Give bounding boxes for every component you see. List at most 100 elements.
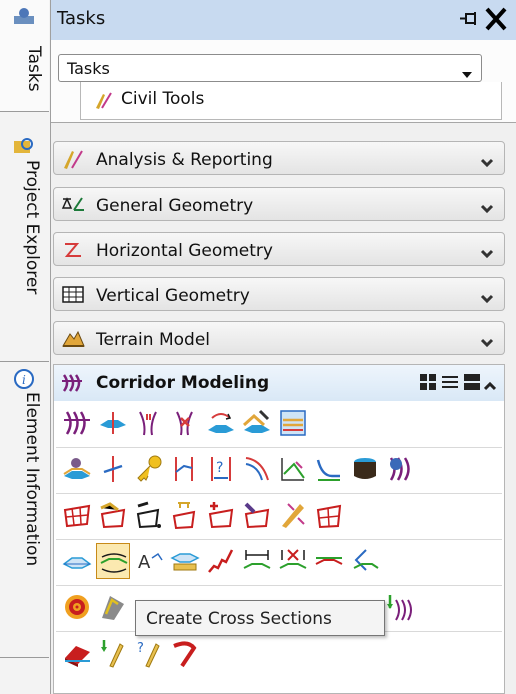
analysis-icon xyxy=(60,148,86,174)
corridor-modeling-label: Corridor Modeling xyxy=(96,373,270,393)
tool-parametric-icon[interactable] xyxy=(96,451,130,487)
tool-row xyxy=(56,401,502,448)
tasks-icon xyxy=(13,6,35,30)
tool-transition-icon[interactable] xyxy=(204,405,238,441)
category-label: Analysis & Reporting xyxy=(96,150,273,170)
civil-tools-item[interactable]: Civil Tools xyxy=(80,82,502,120)
tool-superelevation-icon[interactable] xyxy=(276,451,310,487)
category-label: General Geometry xyxy=(96,196,254,216)
svg-text:?: ? xyxy=(216,460,223,476)
terrain-model-icon xyxy=(60,328,86,354)
chevron-up-icon[interactable] xyxy=(483,376,497,395)
tool-corridor-icon[interactable] xyxy=(60,405,94,441)
grid-view-icon[interactable] xyxy=(419,373,437,395)
close-icon[interactable] xyxy=(484,6,508,32)
tool-target-icon[interactable] xyxy=(60,589,94,625)
tool-profile-run-icon[interactable] xyxy=(204,543,238,579)
tool-create-cross-sections-icon[interactable] xyxy=(96,543,130,579)
panel-title: Tasks xyxy=(57,8,106,29)
tab-project-explorer[interactable]: Project Explorer xyxy=(0,130,49,362)
tool-cross-section-measure-icon[interactable] xyxy=(168,543,202,579)
task-select-value: Tasks xyxy=(67,59,110,78)
tool-3d-ruled-icon[interactable] xyxy=(168,497,202,533)
tool-key-station-icon[interactable] xyxy=(132,451,166,487)
svg-text:A: A xyxy=(138,552,151,573)
tool-cross-section-view-icon[interactable] xyxy=(60,543,94,579)
list-view-icon[interactable] xyxy=(441,373,459,395)
tool-corridor-report-icon[interactable] xyxy=(384,451,418,487)
tab-project-explorer-label: Project Explorer xyxy=(22,160,42,295)
corridor-modeling-header[interactable]: Corridor Modeling xyxy=(54,365,504,401)
tool-row: A xyxy=(56,539,502,586)
tab-tasks[interactable]: Tasks xyxy=(0,0,49,112)
panel-view-icon[interactable] xyxy=(463,373,481,395)
category-terrain-model[interactable]: Terrain Model xyxy=(53,321,505,355)
general-geometry-icon xyxy=(60,194,86,220)
vertical-geometry-icon xyxy=(60,284,86,310)
tool-override-icon[interactable]: ? xyxy=(204,451,238,487)
svg-text:i: i xyxy=(22,373,26,387)
info-icon: i xyxy=(13,368,35,394)
tooltip-text: Create Cross Sections xyxy=(146,609,332,629)
side-tab-strip: Tasks Project Explorer i Element Informa… xyxy=(0,0,51,694)
chevron-down-icon xyxy=(480,333,494,352)
category-horizontal-geometry[interactable]: Horizontal Geometry xyxy=(53,232,505,266)
tooltip: Create Cross Sections xyxy=(135,600,385,636)
corridor-icon xyxy=(60,371,88,399)
tool-named-boundary-query-icon[interactable]: ? xyxy=(132,635,166,671)
chevron-down-icon xyxy=(480,289,494,308)
category-corridor-modeling: Corridor Modeling ? A ? xyxy=(53,364,505,694)
category-vertical-geometry[interactable]: Vertical Geometry xyxy=(53,277,505,311)
tool-3d-link-icon[interactable] xyxy=(240,497,274,533)
tab-tasks-label: Tasks xyxy=(24,46,44,92)
category-analysis-reporting[interactable]: Analysis & Reporting xyxy=(53,141,505,175)
horizontal-geometry-icon xyxy=(60,239,86,265)
tab-element-information-label: Element Information xyxy=(22,392,42,567)
tab-element-information[interactable]: i Element Information xyxy=(0,362,49,658)
civil-tools-icon xyxy=(93,89,115,115)
tool-3d-path-icon[interactable] xyxy=(60,497,94,533)
tool-3d-apply-icon[interactable] xyxy=(132,497,166,533)
civil-tools-label: Civil Tools xyxy=(121,89,205,109)
project-explorer-icon xyxy=(13,136,35,160)
tasks-panel-header: Tasks xyxy=(51,0,516,40)
tool-row: ? xyxy=(56,447,502,494)
chevron-down-icon xyxy=(480,153,494,172)
category-label: Vertical Geometry xyxy=(96,286,250,306)
task-select-dropdown[interactable]: Tasks xyxy=(58,54,482,82)
category-label: Terrain Model xyxy=(96,330,210,350)
tool-template-edit-icon[interactable] xyxy=(240,405,274,441)
category-label: Horizontal Geometry xyxy=(96,241,273,261)
tool-linear-template-icon[interactable] xyxy=(96,589,130,625)
tool-delete-template-icon[interactable] xyxy=(168,405,202,441)
tool-3d-cut-icon[interactable] xyxy=(96,497,130,533)
tool-section-delete-icon[interactable] xyxy=(276,543,310,579)
tool-section-dimension-icon[interactable] xyxy=(240,543,274,579)
chevron-down-icon xyxy=(480,199,494,218)
tool-superelevation-edit-icon[interactable] xyxy=(312,451,346,487)
svg-text:?: ? xyxy=(137,641,144,656)
tool-cross-section-annotate-icon[interactable]: A xyxy=(132,543,166,579)
category-general-geometry[interactable]: General Geometry xyxy=(53,187,505,221)
tool-row xyxy=(56,493,502,540)
tool-3d-add-icon[interactable] xyxy=(204,497,238,533)
tool-corridor-green-icon[interactable] xyxy=(384,589,418,625)
tool-3d-pencil-icon[interactable] xyxy=(276,497,310,533)
tool-curve-widening-icon[interactable] xyxy=(240,451,274,487)
tool-volume-icon[interactable] xyxy=(348,451,382,487)
tool-point-control-icon[interactable] xyxy=(60,451,94,487)
tool-template-library-icon[interactable] xyxy=(276,405,310,441)
tool-red-curve-icon[interactable] xyxy=(168,635,202,671)
tool-named-boundary-icon[interactable] xyxy=(96,635,130,671)
tool-template-icon[interactable] xyxy=(96,405,130,441)
tool-template-drop-icon[interactable] xyxy=(132,405,166,441)
tool-section-navigator-icon[interactable] xyxy=(348,543,382,579)
pin-icon[interactable] xyxy=(458,8,480,30)
tool-section-compare-icon[interactable] xyxy=(312,543,346,579)
tool-surface-icon[interactable] xyxy=(60,635,94,671)
tool-row: ? xyxy=(56,631,502,677)
chevron-down-icon xyxy=(480,244,494,263)
dropdown-arrow-icon[interactable] xyxy=(461,64,473,83)
tool-clipping-icon[interactable] xyxy=(168,451,202,487)
tool-3d-mesh-icon[interactable] xyxy=(312,497,346,533)
